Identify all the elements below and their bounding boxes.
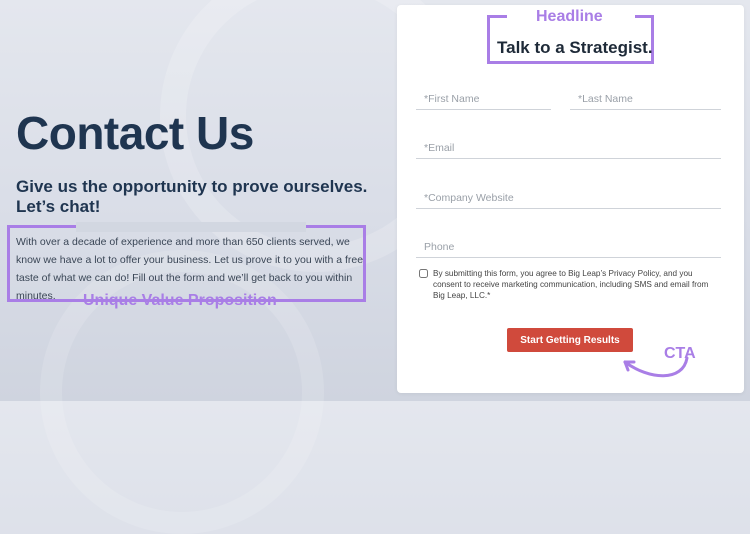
- form-headline: Talk to a Strategist.: [497, 38, 653, 57]
- company-website-input[interactable]: [416, 179, 721, 209]
- uvp-annotation-label: Unique Value Proposition: [83, 292, 277, 309]
- email-input[interactable]: [416, 129, 721, 159]
- email-field: [416, 129, 721, 159]
- start-getting-results-button[interactable]: Start Getting Results: [507, 328, 633, 352]
- phone-input[interactable]: [416, 228, 721, 258]
- contact-form-card: Headline Talk to a Strategist. By submit…: [397, 5, 744, 393]
- consent-text: By submitting this form, you agree to Bi…: [433, 269, 709, 300]
- page-subtitle: Give us the opportunity to prove ourselv…: [16, 177, 368, 216]
- cta-annotation-label: CTA: [664, 345, 696, 362]
- page-title: Contact Us: [16, 107, 254, 159]
- uvp-annotation-gap: [76, 222, 306, 232]
- first-name-field: [416, 80, 551, 110]
- intro-section: Contact Us Give us the opportunity to pr…: [0, 0, 398, 401]
- last-name-input[interactable]: [570, 80, 721, 110]
- last-name-field: [570, 80, 721, 110]
- phone-field: [416, 228, 721, 258]
- company-website-field: [416, 179, 721, 209]
- consent-checkbox[interactable]: [419, 269, 428, 278]
- headline-annotation-label: Headline: [536, 8, 603, 25]
- first-name-input[interactable]: [416, 80, 551, 110]
